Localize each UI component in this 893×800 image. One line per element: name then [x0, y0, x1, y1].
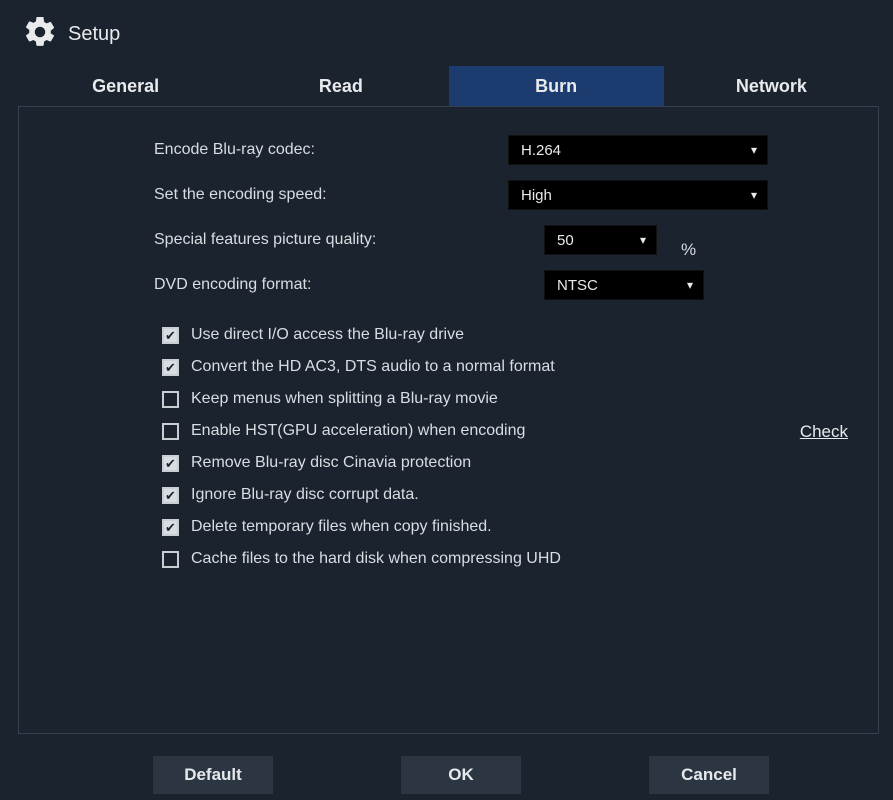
quality-label: Special features picture quality:: [154, 231, 544, 249]
speed-select[interactable]: High: [508, 180, 768, 210]
cancel-button[interactable]: Cancel: [649, 756, 769, 794]
checkbox-enable-hst[interactable]: [162, 423, 179, 440]
window-title: Setup: [68, 23, 120, 46]
gear-icon: [22, 14, 58, 54]
check-row-direct-io: Use direct I/O access the Blu-ray drive: [162, 326, 768, 344]
checkbox-group: Use direct I/O access the Blu-ray drive …: [154, 326, 768, 568]
dvd-label: DVD encoding format:: [154, 276, 544, 294]
checkbox-label-delete-temp[interactable]: Delete temporary files when copy finishe…: [191, 518, 492, 536]
check-link[interactable]: Check: [800, 422, 848, 442]
checkbox-remove-cinavia[interactable]: [162, 455, 179, 472]
quality-unit: %: [681, 240, 696, 260]
tab-burn[interactable]: Burn: [449, 66, 664, 106]
check-row-enable-hst: Enable HST(GPU acceleration) when encodi…: [162, 422, 768, 440]
codec-label: Encode Blu-ray codec:: [154, 141, 508, 159]
codec-select[interactable]: H.264: [508, 135, 768, 165]
check-row-keep-menus: Keep menus when splitting a Blu-ray movi…: [162, 390, 768, 408]
tab-network[interactable]: Network: [664, 66, 879, 106]
tab-general[interactable]: General: [18, 66, 233, 106]
dvd-select[interactable]: NTSC: [544, 270, 704, 300]
checkbox-label-ignore-corrupt[interactable]: Ignore Blu-ray disc corrupt data.: [191, 486, 419, 504]
checkbox-label-keep-menus[interactable]: Keep menus when splitting a Blu-ray movi…: [191, 390, 498, 408]
tab-read[interactable]: Read: [233, 66, 448, 106]
dialog-buttons: Default OK Cancel: [18, 756, 879, 794]
checkbox-direct-io[interactable]: [162, 327, 179, 344]
check-row-convert-hd: Convert the HD AC3, DTS audio to a norma…: [162, 358, 768, 376]
settings-panel: Encode Blu-ray codec: H.264 Set the enco…: [18, 106, 879, 734]
speed-value: High: [521, 187, 552, 204]
quality-select[interactable]: 50: [544, 225, 657, 255]
check-row-cache-uhd: Cache files to the hard disk when compre…: [162, 550, 768, 568]
checkbox-label-direct-io[interactable]: Use direct I/O access the Blu-ray drive: [191, 326, 464, 344]
codec-value: H.264: [521, 142, 561, 159]
tabs: General Read Burn Network: [18, 66, 879, 106]
checkbox-label-remove-cinavia[interactable]: Remove Blu-ray disc Cinavia protection: [191, 454, 471, 472]
check-row-ignore-corrupt: Ignore Blu-ray disc corrupt data.: [162, 486, 768, 504]
checkbox-delete-temp[interactable]: [162, 519, 179, 536]
quality-value: 50: [557, 232, 574, 249]
window-title-bar: Setup: [18, 12, 879, 66]
checkbox-cache-uhd[interactable]: [162, 551, 179, 568]
check-row-delete-temp: Delete temporary files when copy finishe…: [162, 518, 768, 536]
dvd-value: NTSC: [557, 277, 598, 294]
check-row-remove-cinavia: Remove Blu-ray disc Cinavia protection: [162, 454, 768, 472]
default-button[interactable]: Default: [153, 756, 273, 794]
checkbox-label-convert-hd[interactable]: Convert the HD AC3, DTS audio to a norma…: [191, 358, 555, 376]
ok-button[interactable]: OK: [401, 756, 521, 794]
checkbox-label-cache-uhd[interactable]: Cache files to the hard disk when compre…: [191, 550, 561, 568]
speed-label: Set the encoding speed:: [154, 186, 508, 204]
checkbox-label-enable-hst[interactable]: Enable HST(GPU acceleration) when encodi…: [191, 422, 525, 440]
checkbox-convert-hd[interactable]: [162, 359, 179, 376]
checkbox-keep-menus[interactable]: [162, 391, 179, 408]
checkbox-ignore-corrupt[interactable]: [162, 487, 179, 504]
